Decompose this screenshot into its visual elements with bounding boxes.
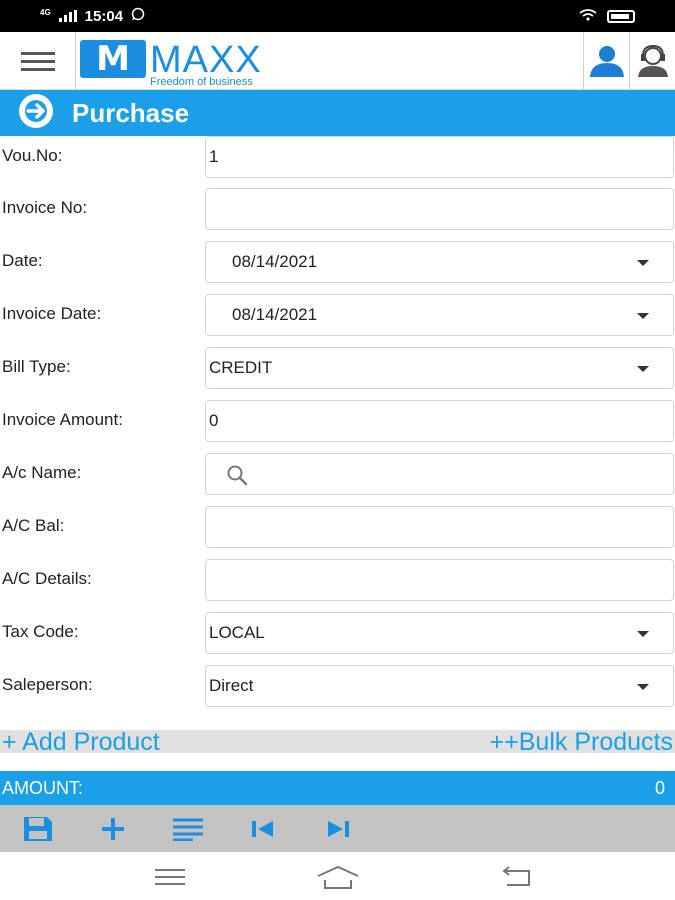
form-row-date: Date: 08/14/2021 xyxy=(0,241,675,283)
network-type: 4G xyxy=(40,7,51,17)
back-icon[interactable] xyxy=(490,862,540,892)
amount-label: AMOUNT: xyxy=(2,778,83,798)
amount-value: 0 xyxy=(654,778,665,798)
battery-icon xyxy=(607,9,635,23)
caret-down-icon xyxy=(637,366,649,372)
status-bar: 4G 15:04 xyxy=(0,0,675,32)
ac-bal-field xyxy=(205,506,674,548)
saleperson-label: Saleperson: xyxy=(2,675,93,694)
status-right xyxy=(579,8,635,24)
ac-name-label: A/c Name: xyxy=(2,463,82,482)
date-value: 08/14/2021 xyxy=(232,252,318,271)
list-icon[interactable] xyxy=(168,813,208,845)
form-row-invoice-no: Invoice No: xyxy=(0,188,675,230)
tax-code-value: LOCAL xyxy=(209,623,265,642)
caret-down-icon xyxy=(637,260,649,266)
support-agent-icon[interactable] xyxy=(629,32,675,90)
invoice-no-input[interactable] xyxy=(205,188,674,230)
form-row-invoice-date: Invoice Date: 08/14/2021 xyxy=(0,294,675,336)
product-actions-bar: + Add Product ++Bulk Products xyxy=(0,728,675,756)
recent-apps-icon[interactable] xyxy=(145,862,195,892)
invoice-date-picker[interactable]: 08/14/2021 xyxy=(205,294,674,336)
form-row-ac-name: A/c Name: xyxy=(0,453,675,495)
add-icon[interactable] xyxy=(93,813,133,845)
status-time: 15:04 xyxy=(84,7,124,25)
form-row-saleperson: Saleperson: Direct xyxy=(0,665,675,707)
ac-details-field xyxy=(205,559,674,601)
home-icon[interactable] xyxy=(313,862,363,892)
logo-mark: M xyxy=(80,40,146,78)
vou-no-input[interactable]: 1 xyxy=(205,136,674,178)
user-profile-icon[interactable] xyxy=(583,32,629,90)
arrow-circle-right-icon[interactable] xyxy=(12,91,60,136)
form-row-tax-code: Tax Code: LOCAL xyxy=(0,612,675,654)
status-left: 4G 15:04 xyxy=(40,7,145,25)
whatsapp-icon xyxy=(131,7,145,25)
tax-code-select[interactable]: LOCAL xyxy=(205,612,674,654)
hamburger-menu-icon[interactable] xyxy=(0,32,76,90)
caret-down-icon xyxy=(637,313,649,319)
page-title: Purchase xyxy=(72,97,190,128)
form-row-vou-no: Vou.No: 1 xyxy=(0,136,675,178)
bill-type-select[interactable]: CREDIT xyxy=(205,347,674,389)
form-row-ac-bal: A/C Bal: xyxy=(0,506,675,548)
first-record-icon[interactable] xyxy=(243,813,283,845)
invoice-amount-input[interactable]: 0 xyxy=(205,400,674,442)
invoice-date-value: 08/14/2021 xyxy=(232,305,318,324)
date-picker[interactable]: 08/14/2021 xyxy=(205,241,674,283)
add-product-link[interactable]: + Add Product xyxy=(2,728,160,757)
caret-down-icon xyxy=(637,684,649,690)
ac-name-search-input[interactable] xyxy=(205,453,674,495)
logo-tagline: Freedom of business xyxy=(150,76,253,88)
bulk-products-link[interactable]: ++Bulk Products xyxy=(490,728,673,757)
invoice-no-label: Invoice No: xyxy=(2,198,88,217)
form-row-ac-details: A/C Details: xyxy=(0,559,675,601)
tax-code-label: Tax Code: xyxy=(2,622,79,641)
search-icon xyxy=(226,464,248,491)
page-title-bar: Purchase xyxy=(0,90,675,136)
form-row-bill-type: Bill Type: CREDIT xyxy=(0,347,675,389)
logo-word: MAXX xyxy=(150,39,262,81)
bill-type-value: CREDIT xyxy=(209,358,273,377)
ac-bal-label: A/C Bal: xyxy=(2,516,65,535)
system-nav-bar xyxy=(0,852,675,900)
date-label: Date: xyxy=(2,251,43,270)
saleperson-select[interactable]: Direct xyxy=(205,665,674,707)
maxx-logo: M MAXX Freedom of business xyxy=(80,36,310,88)
amount-bar: AMOUNT: 0 xyxy=(0,771,675,805)
invoice-amount-label: Invoice Amount: xyxy=(2,410,123,429)
wifi-icon xyxy=(579,8,597,24)
invoice-date-label: Invoice Date: xyxy=(2,304,102,323)
bill-type-label: Bill Type: xyxy=(2,357,71,376)
caret-down-icon xyxy=(637,631,649,637)
app-header: M MAXX Freedom of business xyxy=(0,32,675,90)
ac-details-label: A/C Details: xyxy=(2,569,92,588)
vou-no-label: Vou.No: xyxy=(2,146,63,165)
signal-icon xyxy=(58,10,77,22)
bottom-toolbar xyxy=(0,805,675,852)
last-record-icon[interactable] xyxy=(318,813,358,845)
save-icon[interactable] xyxy=(18,813,58,845)
form-row-invoice-amount: Invoice Amount: 0 xyxy=(0,400,675,442)
saleperson-value: Direct xyxy=(209,676,254,695)
